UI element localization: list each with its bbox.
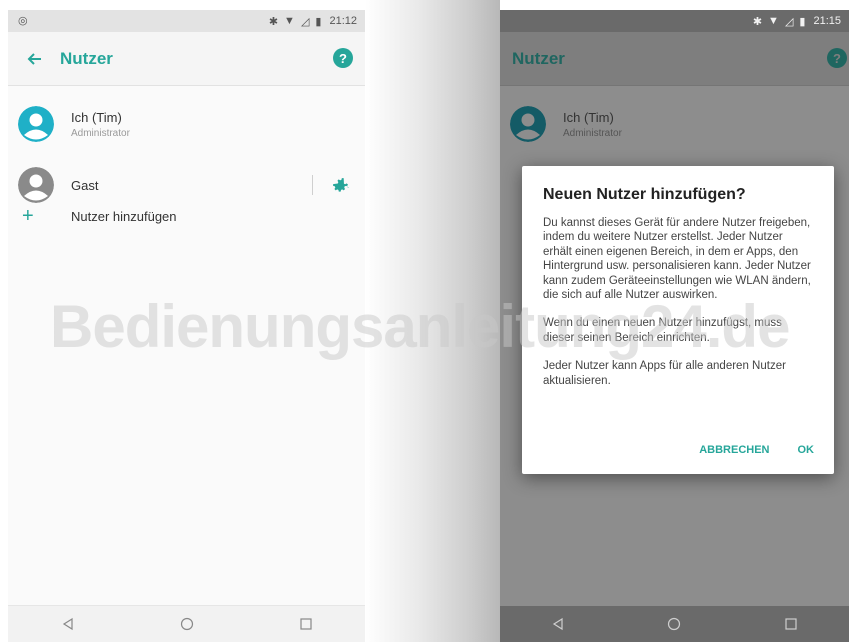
circle-home-icon <box>180 617 193 631</box>
user-avatar-icon <box>510 106 546 142</box>
wifi-icon: ▼ <box>284 15 295 27</box>
nav-recents-button[interactable] <box>286 606 326 642</box>
circle-home-icon <box>668 617 681 631</box>
dialog-paragraph: Du kannst dieses Gerät für andere Nutzer… <box>543 217 811 302</box>
back-button[interactable] <box>8 32 60 86</box>
cancel-button[interactable]: ABBRECHEN <box>699 444 769 456</box>
user-row-admin[interactable]: Ich (Tim) Administrator <box>500 94 849 154</box>
help-button[interactable]: ? <box>333 48 353 68</box>
ok-button[interactable]: OK <box>798 444 815 456</box>
dialog-paragraph: Wenn du einen neuen Nutzer hinzufügst, m… <box>543 317 782 344</box>
square-recents-icon <box>785 618 797 630</box>
signal-icon: ◿ <box>300 15 310 28</box>
status-time: 21:12 <box>329 15 357 27</box>
status-bar: ◎ ✱ ▼ ◿ ▮ 21:12 <box>8 10 365 32</box>
screenshot-gap <box>365 0 500 642</box>
user-role: Administrator <box>71 127 130 139</box>
navigation-bar <box>500 606 849 642</box>
nav-recents-button[interactable] <box>771 606 811 642</box>
wifi-icon: ▼ <box>768 15 779 27</box>
dialog-title: Neuen Nutzer hinzufügen? <box>543 186 746 203</box>
status-time: 21:15 <box>813 15 841 27</box>
toolbar: Nutzer ? <box>8 32 365 86</box>
arrow-left-icon <box>27 52 41 65</box>
bluetooth-icon: ✱ <box>268 15 279 28</box>
help-button[interactable]: ? <box>827 48 847 68</box>
status-bar: ✱ ▼ ◿ ▮ 21:15 <box>500 10 849 32</box>
avatar <box>510 106 546 142</box>
battery-icon: ▮ <box>799 15 806 28</box>
battery-icon: ▮ <box>315 15 322 28</box>
nav-home-button[interactable] <box>654 606 694 642</box>
user-row-admin[interactable]: Ich (Tim) Administrator <box>8 94 365 154</box>
user-name: Ich (Tim) <box>71 109 122 125</box>
nav-home-button[interactable] <box>167 606 207 642</box>
signal-icon: ◿ <box>784 15 794 28</box>
notification-icon: ◎ <box>18 15 28 27</box>
add-user-row[interactable]: + Nutzer hinzufügen <box>8 186 365 246</box>
triangle-back-icon <box>62 617 73 631</box>
user-name: Ich (Tim) <box>563 109 614 125</box>
avatar <box>18 106 54 142</box>
help-circle-icon: ? <box>833 50 841 66</box>
page-title: Nutzer <box>60 48 113 68</box>
help-circle-icon: ? <box>339 50 347 66</box>
square-recents-icon <box>299 618 312 630</box>
user-role: Administrator <box>563 127 622 139</box>
nav-back-button[interactable] <box>48 606 88 642</box>
page-title: Nutzer <box>512 48 565 68</box>
add-user-label: Nutzer hinzufügen <box>71 208 177 224</box>
right-phone-screen: ✱ ▼ ◿ ▮ 21:15 Nutzer ? Ich (Tim) Adminis… <box>500 10 849 642</box>
dialog-paragraph: Jeder Nutzer kann Apps für alle anderen … <box>543 360 786 387</box>
triangle-back-icon <box>553 617 563 631</box>
bluetooth-icon: ✱ <box>752 15 763 28</box>
toolbar: Nutzer ? <box>500 32 849 86</box>
navigation-bar <box>8 605 365 642</box>
left-phone-screen: ◎ ✱ ▼ ◿ ▮ 21:12 Nutzer ? Ich (Tim) Admin… <box>8 10 365 642</box>
plus-icon: + <box>22 205 34 227</box>
user-avatar-icon <box>18 106 54 142</box>
add-user-dialog: Neuen Nutzer hinzufügen? Du kannst diese… <box>522 166 834 474</box>
nav-back-button[interactable] <box>538 606 578 642</box>
